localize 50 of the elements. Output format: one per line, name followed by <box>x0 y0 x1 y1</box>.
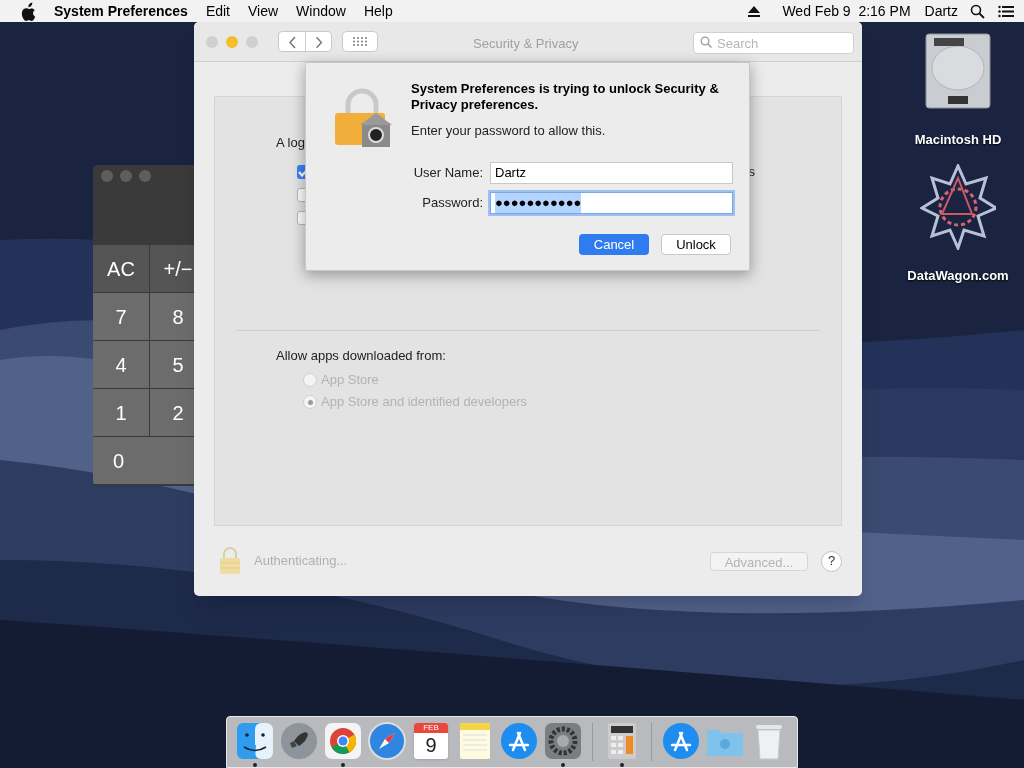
window-title: Security & Privacy <box>473 35 579 53</box>
cancel-button[interactable]: Cancel <box>579 234 649 255</box>
calculator-key[interactable]: 2 <box>150 389 194 436</box>
app-menu[interactable]: System Preferences <box>54 0 188 22</box>
field-label: Password: <box>421 194 483 213</box>
calculator-key[interactable]: +/− <box>150 245 194 292</box>
menu-item[interactable]: Edit <box>205 0 230 22</box>
apple-icon[interactable] <box>20 0 36 22</box>
compass-icon[interactable] <box>367 721 407 761</box>
window-control[interactable] <box>120 170 132 182</box>
search-icon <box>700 35 712 48</box>
section-label: Allow apps downloaded from: <box>276 347 447 365</box>
rocket-icon[interactable] <box>279 721 319 761</box>
field-label: User Name: <box>412 164 483 183</box>
calendar-icon[interactable]: FEB 9 <box>414 723 448 759</box>
desktop-icon-label[interactable]: DataWagon.com <box>907 265 1009 285</box>
menu-item[interactable]: View <box>248 0 279 22</box>
section-label: A log <box>276 134 306 152</box>
user-menu[interactable]: Dartz <box>924 0 958 22</box>
star-emblem-icon[interactable] <box>920 163 996 250</box>
dialog-title: System Preferences is trying to unlock Security & Privacy preferences. <box>411 81 720 113</box>
gear-icon[interactable] <box>543 721 583 761</box>
finder-face-icon[interactable] <box>235 721 275 761</box>
list-icon[interactable] <box>998 4 1014 18</box>
calculator-key[interactable]: 1 <box>93 389 149 436</box>
app-store-icon[interactable] <box>661 721 701 761</box>
password-field[interactable]: ●●●●●●●●●●● <box>490 192 733 214</box>
chrome-icon[interactable] <box>323 721 363 761</box>
desktop-icon-label[interactable]: Macintosh HD <box>914 130 1002 150</box>
username-field[interactable]: Dartz <box>490 162 733 184</box>
show-all-button[interactable] <box>342 31 378 52</box>
calculator-key[interactable]: 5 <box>150 341 194 388</box>
status-text: Authenticating... <box>254 552 348 571</box>
search-icon[interactable] <box>970 3 985 19</box>
calculator-key[interactable]: 7 <box>93 293 149 340</box>
unlock-button[interactable]: Unlock <box>661 234 731 255</box>
app-store-icon[interactable] <box>499 721 539 761</box>
dialog-message: Enter your password to allow this. <box>411 122 607 140</box>
calculator-key[interactable]: 8 <box>150 293 194 340</box>
help-button[interactable]: ? <box>821 550 842 572</box>
calculator-key[interactable]: AC <box>93 245 149 292</box>
window-control[interactable] <box>139 170 151 182</box>
calculator-key[interactable]: 4 <box>93 341 149 388</box>
calculator-key[interactable]: 0 <box>93 437 194 484</box>
window-control[interactable] <box>101 170 113 182</box>
menu-item[interactable]: Window <box>296 0 346 22</box>
menu-clock[interactable]: Wed Feb 9 2:16 PM <box>782 0 911 22</box>
menu-item[interactable]: Help <box>363 0 393 22</box>
search-field[interactable]: Search <box>693 32 854 54</box>
eject-icon[interactable] <box>747 4 762 18</box>
